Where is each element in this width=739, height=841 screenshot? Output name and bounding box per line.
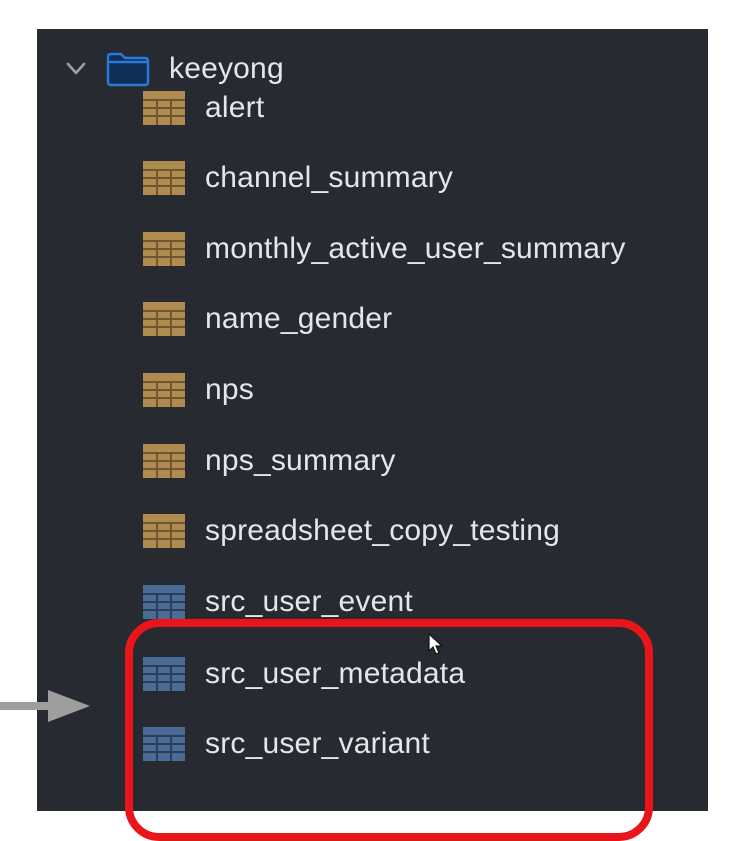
chevron-down-icon[interactable] xyxy=(63,49,89,89)
folder-icon xyxy=(105,51,151,87)
tree-folder-keeyong[interactable]: keeyong xyxy=(63,49,284,89)
tree-item-label: name_gender xyxy=(205,302,393,335)
table-icon xyxy=(143,161,185,195)
highlight-box xyxy=(125,619,653,841)
folder-label: keeyong xyxy=(169,52,284,85)
tree-item-table[interactable]: name_gender xyxy=(142,299,392,339)
tree-item-table[interactable]: alert xyxy=(142,88,264,128)
tree-item-label: channel_summary xyxy=(205,161,454,194)
table-icon xyxy=(143,302,185,336)
tree-item-table[interactable]: spreadsheet_copy_testing xyxy=(142,511,560,551)
external-table-icon xyxy=(143,585,185,619)
table-icon xyxy=(143,373,185,407)
tree-item-label: src_user_event xyxy=(205,585,413,618)
tree-item-label: spreadsheet_copy_testing xyxy=(205,514,561,547)
table-icon xyxy=(143,444,185,478)
tree-item-table[interactable]: src_user_event xyxy=(142,582,413,622)
mouse-cursor-icon xyxy=(428,633,444,655)
pointer-arrow-icon xyxy=(0,690,90,722)
tree-item-table[interactable]: monthly_active_user_summary xyxy=(142,229,626,269)
tree-item-label: nps_summary xyxy=(205,444,396,477)
tree-item-label: nps xyxy=(205,373,254,406)
tree-item-table[interactable]: nps xyxy=(142,370,254,410)
schema-tree-panel: keeyong alert channel_summary monthly_acti… xyxy=(37,29,708,841)
table-icon xyxy=(143,514,185,548)
tree-item-table[interactable]: channel_summary xyxy=(142,158,453,198)
tree-item-table[interactable]: nps_summary xyxy=(142,441,396,481)
table-icon xyxy=(143,91,185,125)
tree-item-label: monthly_active_user_summary xyxy=(205,232,626,265)
tree-item-label: alert xyxy=(205,91,265,124)
table-icon xyxy=(143,232,185,266)
